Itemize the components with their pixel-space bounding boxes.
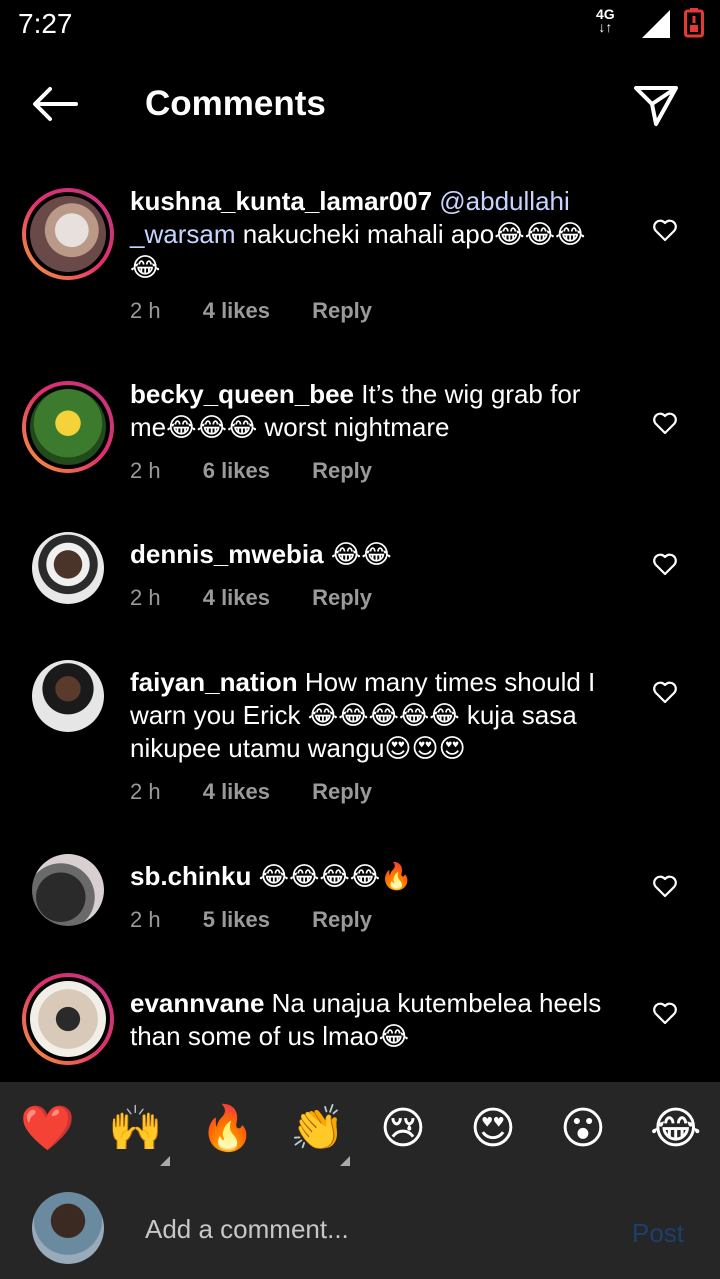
page-title: Comments: [145, 84, 326, 123]
tears-of-joy-emoji-button[interactable]: 😂: [650, 1104, 701, 1154]
comment-item: kushna_kunta_lamar007 @abdullahi _warsam…: [0, 185, 720, 378]
comment-username[interactable]: kushna_kunta_lamar007: [130, 186, 432, 216]
heart-icon[interactable]: [652, 1001, 678, 1025]
comment-username[interactable]: becky_queen_bee: [130, 379, 354, 409]
surprised-face-emoji-button[interactable]: 😮: [560, 1104, 606, 1154]
comment-likes[interactable]: 4 likes: [203, 298, 270, 323]
emoji-quick-bar: ❤️ 🙌 🔥 👏 😢 😍 😮 😂: [0, 1082, 720, 1180]
heart-icon[interactable]: [652, 411, 678, 435]
avatar[interactable]: [22, 188, 114, 280]
comment-username[interactable]: dennis_mwebia: [130, 539, 324, 569]
comment-time: 2 h: [130, 458, 161, 483]
clapping-hands-emoji-button[interactable]: 👏: [290, 1104, 345, 1154]
skin-tone-indicator-icon: [340, 1156, 350, 1166]
comment-item: becky_queen_bee It’s the wig grab for me…: [0, 378, 720, 538]
comment-item: dennis_mwebia 😂😂 2 h 4 likes Reply: [0, 522, 720, 666]
avatar[interactable]: [22, 522, 114, 614]
comment-body: 😂😂: [330, 539, 392, 569]
comment-time: 2 h: [130, 585, 161, 610]
fire-emoji-button[interactable]: 🔥: [200, 1104, 255, 1154]
heart-icon[interactable]: [652, 680, 678, 704]
comment-username[interactable]: faiyan_nation: [130, 667, 298, 697]
reply-button[interactable]: Reply: [312, 907, 372, 932]
skin-tone-indicator-icon: [160, 1156, 170, 1166]
comment-username[interactable]: evannvane: [130, 988, 264, 1018]
avatar[interactable]: [22, 844, 114, 936]
avatar[interactable]: [22, 381, 114, 473]
comment-meta: 2 h 4 likes Reply: [130, 585, 610, 615]
status-time: 7:27: [18, 8, 73, 39]
comment-meta: 2 h 4 likes Reply: [130, 779, 610, 809]
network-indicator: 4G ↓↑: [596, 7, 615, 35]
comment-item: faiyan_nation How many times should I wa…: [0, 650, 720, 860]
comment-username[interactable]: sb.chinku: [130, 861, 251, 891]
comment-time: 2 h: [130, 298, 161, 323]
reply-button[interactable]: Reply: [312, 458, 372, 483]
heart-icon[interactable]: [652, 874, 678, 898]
avatar[interactable]: [22, 650, 114, 742]
heart-icon[interactable]: [652, 552, 678, 576]
avatar[interactable]: [22, 973, 114, 1065]
data-arrows-icon: ↓↑: [598, 19, 613, 35]
heart-icon[interactable]: [652, 218, 678, 242]
current-user-avatar: [32, 1192, 104, 1264]
comment-time: 2 h: [130, 907, 161, 932]
comment-meta: 2 h 5 likes Reply: [130, 907, 610, 937]
send-icon[interactable]: [632, 82, 680, 128]
reply-button[interactable]: Reply: [312, 585, 372, 610]
comment-text: sb.chinku 😂😂😂😂🔥: [130, 860, 610, 893]
comment-likes[interactable]: 4 likes: [203, 779, 270, 804]
red-heart-emoji-button[interactable]: ❤️: [20, 1104, 75, 1154]
comment-text: faiyan_nation How many times should I wa…: [130, 666, 610, 765]
post-button[interactable]: Post: [632, 1218, 684, 1249]
header: Comments: [0, 60, 720, 150]
comment-meta: 2 h 4 likes Reply: [130, 298, 610, 328]
comment-meta: 2 h 6 likes Reply: [130, 458, 610, 488]
reply-button[interactable]: Reply: [312, 298, 372, 323]
comment-text: kushna_kunta_lamar007 @abdullahi _warsam…: [130, 185, 610, 284]
comment-item: sb.chinku 😂😂😂😂🔥 2 h 5 likes Reply: [0, 844, 720, 987]
heart-eyes-emoji-button[interactable]: 😍: [470, 1104, 516, 1154]
comment-likes[interactable]: 4 likes: [203, 585, 270, 610]
comment-text: dennis_mwebia 😂😂: [130, 538, 610, 571]
signal-icon: [642, 10, 670, 38]
comment-likes[interactable]: 6 likes: [203, 458, 270, 483]
comment-list[interactable]: kushna_kunta_lamar007 @abdullahi _warsam…: [0, 185, 720, 1082]
comment-likes[interactable]: 5 likes: [203, 907, 270, 932]
battery-icon: [684, 8, 704, 38]
reply-button[interactable]: Reply: [312, 779, 372, 804]
crying-face-emoji-button[interactable]: 😢: [380, 1104, 426, 1154]
back-arrow-icon[interactable]: [30, 84, 80, 124]
comment-text: becky_queen_bee It’s the wig grab for me…: [130, 378, 610, 444]
raising-hands-emoji-button[interactable]: 🙌: [108, 1104, 163, 1154]
status-bar: 7:27 4G ↓↑: [0, 0, 720, 50]
comment-text: evannvane Na unajua kutembelea heels tha…: [130, 987, 610, 1053]
comment-body: 😂😂😂😂🔥: [258, 861, 413, 891]
comment-composer: Add a comment... Post: [0, 1180, 720, 1279]
comment-input[interactable]: Add a comment...: [145, 1214, 349, 1245]
comment-item: evannvane Na unajua kutembelea heels tha…: [0, 973, 720, 1082]
comment-time: 2 h: [130, 779, 161, 804]
